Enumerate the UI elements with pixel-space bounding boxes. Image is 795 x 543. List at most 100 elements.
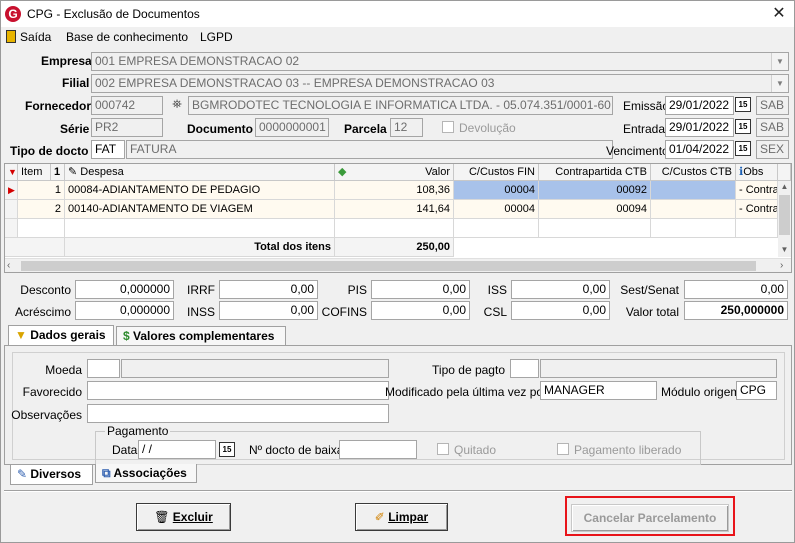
cell-empty[interactable]	[539, 219, 651, 238]
money-icon: $	[123, 329, 134, 343]
desconto-field[interactable]: 0,000000	[75, 280, 174, 299]
scroll-down-icon[interactable]: ▼	[778, 244, 791, 256]
cell-empty[interactable]	[335, 219, 454, 238]
tipo-pagto-code-field[interactable]	[510, 359, 539, 378]
limpar-button[interactable]: ✐ Limpar	[355, 503, 448, 531]
cell-despesa[interactable]: 00140-ADIANTAMENTO DE VIAGEM	[65, 200, 335, 219]
scroll-left-icon[interactable]: ‹	[7, 260, 10, 271]
parcela-field[interactable]: 12	[390, 118, 423, 137]
items-grid[interactable]: ▼ Item 1 ✎ Despesa ◆ Valor C/Custos FIN C…	[4, 163, 792, 273]
excluir-button[interactable]: 🗑 Excluir	[136, 503, 231, 531]
scroll-right-icon[interactable]: ›	[780, 260, 783, 271]
tipo-docto-code-field[interactable]: FAT	[91, 140, 125, 159]
observacoes-field[interactable]	[87, 404, 389, 423]
calendar-icon[interactable]: 15	[735, 97, 751, 112]
col-cc-ctb[interactable]: C/Custos CTB	[651, 164, 736, 181]
cell-cc-fin[interactable]: 00004	[454, 181, 539, 200]
menu-saida[interactable]: Saída	[20, 30, 51, 44]
cell-empty[interactable]	[736, 219, 778, 238]
valor-total-label: Valor total	[625, 305, 679, 319]
observacoes-label: Observações	[11, 408, 82, 422]
grid-header-filler	[778, 164, 791, 181]
pis-field[interactable]: 0,00	[371, 280, 470, 299]
filial-value: 002 EMPRESA DEMONSTRACAO 03 -- EMPRESA D…	[95, 76, 495, 90]
irrf-field[interactable]: 0,00	[219, 280, 318, 299]
cell-cc-ctb[interactable]	[651, 181, 736, 200]
cell-empty[interactable]	[651, 219, 736, 238]
acrescimo-field[interactable]: 0,000000	[75, 301, 174, 320]
menu-base-conhecimento[interactable]: Base de conhecimento	[66, 30, 188, 44]
vencimento-field[interactable]: 01/04/2022	[665, 140, 734, 159]
horizontal-scrollbar[interactable]: ‹ ›	[5, 258, 791, 272]
docto-baixa-label: Nº docto de baixa	[249, 443, 344, 457]
vertical-scrollbar[interactable]: ▲ ▼	[778, 181, 791, 257]
menu-lgpd[interactable]: LGPD	[200, 30, 233, 44]
pagamento-liberado-checkbox[interactable]	[557, 443, 569, 455]
filial-select[interactable]: 002 EMPRESA DEMONSTRACAO 03 -- EMPRESA D…	[91, 74, 789, 93]
devolucao-checkbox[interactable]	[442, 121, 454, 133]
scroll-thumb-h[interactable]	[21, 261, 756, 271]
cell-contrapartida[interactable]: 00092	[539, 181, 651, 200]
cell-empty[interactable]	[65, 219, 335, 238]
cell-item[interactable]: 2	[18, 200, 65, 219]
cell-empty[interactable]	[454, 219, 539, 238]
col-cc-fin[interactable]: C/Custos FIN	[454, 164, 539, 181]
limpar-button-label: Limpar	[388, 510, 429, 524]
tab-diversos[interactable]: ✎ Diversos	[10, 465, 93, 485]
devolucao-label: Devolução	[459, 121, 516, 135]
col-contrapartida[interactable]: Contrapartida CTB	[539, 164, 651, 181]
chevron-down-icon[interactable]: ▼	[771, 53, 788, 70]
menu-bar: Saída Base de conhecimento LGPD	[1, 27, 794, 47]
csl-field[interactable]: 0,00	[511, 301, 610, 320]
calendar-icon[interactable]: 15	[735, 141, 751, 156]
cofins-field[interactable]: 0,00	[371, 301, 470, 320]
col-item[interactable]: Item	[18, 164, 51, 181]
modificado-field[interactable]: MANAGER	[540, 381, 657, 400]
funnel-icon: ▼	[15, 328, 31, 342]
cancelar-parcelamento-button[interactable]: Cancelar Parcelamento	[571, 504, 729, 532]
cell-cc-ctb[interactable]	[651, 200, 736, 219]
col-despesa[interactable]: ✎ Despesa	[65, 164, 335, 181]
tab-associacoes[interactable]: ⧉ Associações	[95, 464, 197, 483]
inss-field[interactable]: 0,00	[219, 301, 318, 320]
docto-baixa-field[interactable]	[339, 440, 417, 459]
cell-valor[interactable]: 141,64	[335, 200, 454, 219]
chevron-down-icon[interactable]: ▼	[771, 75, 788, 92]
binoculars-icon[interactable]: ⛯	[167, 97, 187, 114]
tab-dados-gerais[interactable]: ▼ Dados gerais	[8, 325, 114, 345]
entrada-label: Entrada	[623, 122, 666, 136]
tab-valores-complementares[interactable]: $ Valores complementares	[116, 326, 286, 346]
modulo-origem-field[interactable]: CPG	[736, 381, 777, 400]
empresa-select[interactable]: 001 EMPRESA DEMONSTRACAO 02 ▼	[91, 52, 789, 71]
calendar-icon[interactable]: 15	[219, 442, 235, 457]
scroll-up-icon[interactable]: ▲	[778, 181, 791, 193]
col-obs[interactable]: ℹObs	[736, 164, 778, 181]
data-pagamento-field[interactable]: / /	[138, 440, 216, 459]
cell-empty[interactable]	[18, 219, 65, 238]
sest-senat-field[interactable]: 0,00	[684, 280, 788, 299]
cell-cc-fin[interactable]: 00004	[454, 200, 539, 219]
entrada-field[interactable]: 29/01/2022	[665, 118, 734, 137]
cell-valor[interactable]: 108,36	[335, 181, 454, 200]
fornecedor-code-field[interactable]: 000742	[91, 96, 163, 115]
cell-obs[interactable]: - Contra	[736, 200, 778, 219]
documento-field[interactable]: 0000000001	[255, 118, 329, 137]
emissao-field[interactable]: 29/01/2022	[665, 96, 734, 115]
filial-label: Filial	[62, 76, 90, 90]
calendar-icon[interactable]: 15	[735, 119, 751, 134]
col-valor[interactable]: ◆ Valor	[335, 164, 454, 181]
cell-despesa[interactable]: 00084-ADIANTAMENTO DE PEDAGIO	[65, 181, 335, 200]
moeda-code-field[interactable]	[87, 359, 120, 378]
cell-obs[interactable]: - Contra	[736, 181, 778, 200]
iss-field[interactable]: 0,00	[511, 280, 610, 299]
cell-contrapartida[interactable]: 00094	[539, 200, 651, 219]
broom-icon: ✐	[374, 510, 389, 524]
valor-total-field[interactable]: 250,000000	[684, 301, 788, 320]
quitado-checkbox[interactable]	[437, 443, 449, 455]
scroll-thumb[interactable]	[779, 195, 790, 235]
favorecido-field[interactable]	[87, 381, 389, 400]
cell-item[interactable]: 1	[18, 181, 65, 200]
col-sort-order[interactable]: 1	[51, 164, 65, 181]
serie-field[interactable]: PR2	[91, 118, 163, 137]
close-icon[interactable]: ✕	[765, 3, 793, 25]
